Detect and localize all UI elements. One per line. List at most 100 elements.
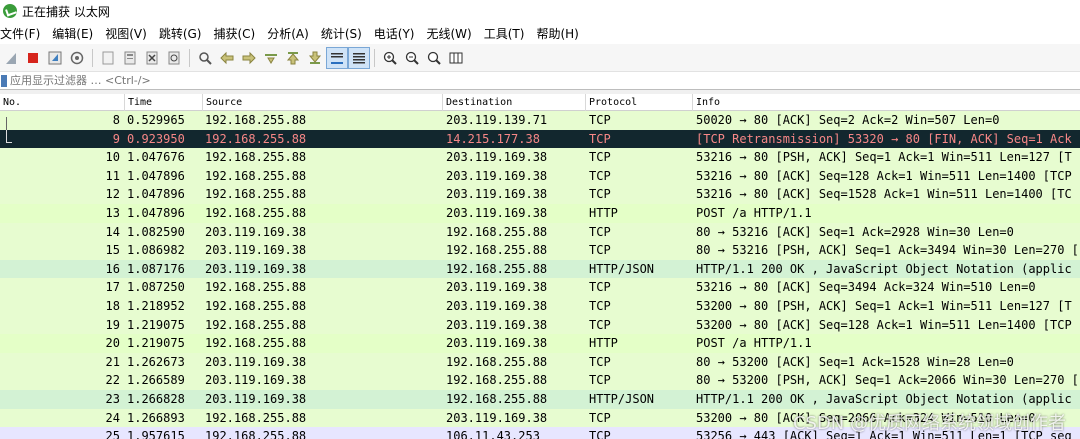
packet-source: 192.168.255.88 <box>205 298 307 313</box>
menu-edit[interactable]: 编辑(E) <box>52 25 99 42</box>
packet-protocol: TCP <box>589 131 611 146</box>
packet-time: 1.219075 <box>127 317 185 332</box>
packet-protocol: HTTP <box>589 205 618 220</box>
packet-no: 13 <box>105 205 120 220</box>
packet-row[interactable]: 9 0.923950 192.168.255.88 14.215.177.38 TCP [… <box>0 129 1080 149</box>
packet-destination: 192.168.255.88 <box>446 224 548 239</box>
autoscroll-icon[interactable] <box>326 46 348 69</box>
stop-capture-icon[interactable] <box>22 47 44 69</box>
close-file-icon[interactable] <box>141 47 163 69</box>
bookmark-icon[interactable] <box>1 74 7 87</box>
packet-source: 203.119.169.38 <box>205 354 307 369</box>
find-packet-icon[interactable] <box>194 47 216 69</box>
packet-time: 0.923950 <box>127 131 185 146</box>
go-to-packet-icon[interactable] <box>260 47 282 69</box>
packet-row[interactable]: 21 1.262673 203.119.169.38 192.168.255.88 TC… <box>0 352 1080 372</box>
menu-analyze[interactable]: 分析(A) <box>267 25 315 42</box>
packet-info: 53200 → 80 [PSH, ACK] Seq=1 Ack=1 Win=51… <box>696 298 1072 313</box>
open-file-icon[interactable] <box>97 47 119 69</box>
packet-row[interactable]: 11 1.047896 192.168.255.88 203.119.169.38 TC… <box>0 166 1080 186</box>
packet-time: 1.047896 <box>127 168 185 183</box>
window-title: 正在捕获 以太网 <box>22 4 110 19</box>
packet-no: 22 <box>105 373 120 388</box>
zoom-normal-icon[interactable] <box>423 47 445 69</box>
packet-info: 80 → 53216 [PSH, ACK] Seq=1 Ack=3494 Win… <box>696 243 1079 258</box>
packet-destination: 203.119.169.38 <box>446 410 548 425</box>
packet-row[interactable]: 15 1.086982 203.119.169.38 192.168.255.88 TC… <box>0 241 1080 260</box>
toolbar-separator <box>92 48 93 67</box>
packet-row[interactable]: 14 1.082590 203.119.169.38 192.168.255.88 TC… <box>0 222 1080 242</box>
packet-time: 1.087176 <box>127 261 185 276</box>
reload-file-icon[interactable] <box>163 47 185 69</box>
menu-capture[interactable]: 捕获(C) <box>213 25 261 42</box>
column-header-info[interactable]: Info <box>692 94 1080 111</box>
packet-row[interactable]: 12 1.047896 192.168.255.88 203.119.169.38 TC… <box>0 185 1080 204</box>
packet-no: 25 <box>105 429 120 439</box>
packet-no: 17 <box>105 280 120 295</box>
zoom-out-icon[interactable] <box>401 47 423 69</box>
packet-protocol: TCP <box>589 224 611 239</box>
resize-columns-icon[interactable] <box>445 47 467 69</box>
menu-file[interactable]: 文件(F) <box>0 25 46 42</box>
packet-info: HTTP/1.1 200 OK , JavaScript Object Nota… <box>696 391 1072 406</box>
packet-row[interactable]: 22 1.266589 203.119.169.38 192.168.255.88 TC… <box>0 371 1080 390</box>
menu-telephony[interactable]: 电话(Y) <box>374 25 421 42</box>
column-header-no[interactable]: No. <box>0 94 124 111</box>
packet-row[interactable]: 17 1.087250 192.168.255.88 203.119.169.38 TC… <box>0 278 1080 297</box>
packet-no: 20 <box>105 336 120 351</box>
menu-statistics[interactable]: 统计(S) <box>321 25 368 42</box>
packet-list: 8 0.529965 192.168.255.88 203.119.139.71 TCP… <box>0 111 1080 439</box>
packet-destination: 14.215.177.38 <box>446 131 540 146</box>
packet-row[interactable]: 20 1.219075 192.168.255.88 203.119.169.38 HT… <box>0 334 1080 353</box>
packet-protocol: HTTP <box>589 336 618 351</box>
packet-no: 14 <box>105 224 120 239</box>
restart-capture-icon[interactable] <box>44 47 66 69</box>
capture-options-icon[interactable] <box>66 47 88 69</box>
column-header-source[interactable]: Source <box>202 94 442 111</box>
packet-destination: 203.119.139.71 <box>446 113 548 127</box>
packet-no: 16 <box>105 261 120 276</box>
packet-destination: 192.168.255.88 <box>446 261 548 276</box>
menu-help[interactable]: 帮助(H) <box>536 25 584 42</box>
packet-destination: 203.119.169.38 <box>446 187 548 202</box>
packet-source: 203.119.169.38 <box>205 224 307 239</box>
menu-go[interactable]: 跳转(G) <box>159 25 208 42</box>
packet-row[interactable]: 19 1.219075 192.168.255.88 203.119.169.38 TC… <box>0 315 1080 335</box>
save-file-icon[interactable] <box>119 47 141 69</box>
go-last-icon[interactable] <box>304 47 326 69</box>
column-header-time[interactable]: Time <box>124 94 202 111</box>
packet-row[interactable]: 23 1.266828 203.119.169.38 192.168.255.88 HT… <box>0 389 1080 409</box>
packet-no: 8 <box>112 113 120 127</box>
packet-destination: 203.119.169.38 <box>446 317 548 332</box>
packet-time: 1.218952 <box>127 298 185 313</box>
go-back-icon[interactable] <box>216 47 238 69</box>
zoom-in-icon[interactable] <box>379 47 401 69</box>
go-forward-icon[interactable] <box>238 47 260 69</box>
menu-wireless[interactable]: 无线(W) <box>427 25 478 42</box>
packet-no: 12 <box>105 187 120 202</box>
go-first-icon[interactable] <box>282 47 304 69</box>
menu-view[interactable]: 视图(V) <box>105 25 153 42</box>
packet-row[interactable]: 13 1.047896 192.168.255.88 203.119.169.38 HT… <box>0 203 1080 223</box>
packet-no: 10 <box>105 150 120 165</box>
packet-time: 1.219075 <box>127 336 185 351</box>
packet-row[interactable]: 18 1.218952 192.168.255.88 203.119.169.38 TC… <box>0 296 1080 316</box>
colorize-icon[interactable] <box>348 46 370 69</box>
packet-no: 18 <box>105 298 120 313</box>
packet-time: 1.266893 <box>127 410 185 425</box>
column-header-destination[interactable]: Destination <box>442 94 585 111</box>
menu-tools[interactable]: 工具(T) <box>484 25 531 42</box>
packet-row[interactable]: 10 1.047676 192.168.255.88 203.119.169.38 TC… <box>0 148 1080 167</box>
display-filter-input[interactable] <box>10 74 1010 87</box>
packet-no: 24 <box>105 410 120 425</box>
wireshark-app-icon <box>3 4 17 18</box>
column-header-protocol[interactable]: Protocol <box>585 94 692 111</box>
shark-fin-start-icon[interactable] <box>0 47 22 69</box>
packet-row[interactable]: 8 0.529965 192.168.255.88 203.119.139.71 TCP… <box>0 111 1080 130</box>
packet-no: 9 <box>112 131 120 146</box>
packet-no: 11 <box>105 168 120 183</box>
packet-row[interactable]: 16 1.087176 203.119.169.38 192.168.255.88 HT… <box>0 259 1080 279</box>
packet-source: 192.168.255.88 <box>205 280 307 295</box>
packet-time: 1.266828 <box>127 391 185 406</box>
packet-time: 1.957615 <box>127 429 185 439</box>
